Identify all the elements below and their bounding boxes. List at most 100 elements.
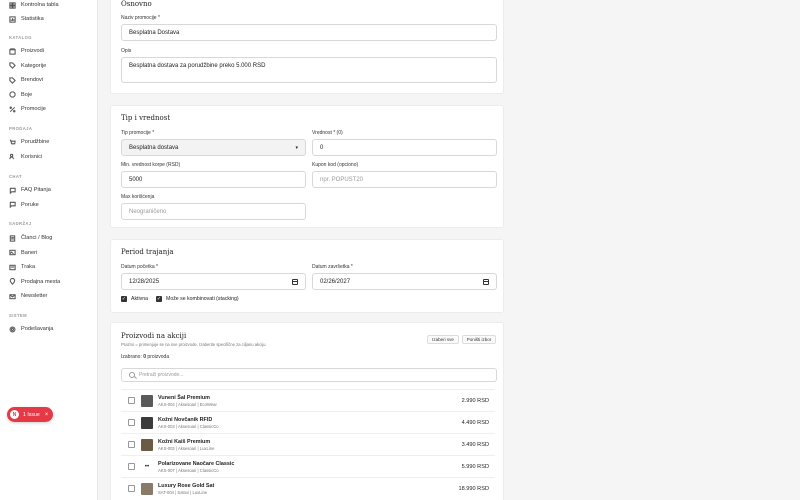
product-row[interactable]: Kožni Kaiš Premium AKS-002 | Aksesoari |… xyxy=(121,433,495,455)
sidebar-item-label: Podešavanja xyxy=(21,326,54,332)
product-row[interactable]: Kožni Novčanik RFID AKS-003 | Aksesoari … xyxy=(121,411,495,433)
sidebar-item-label: Newsletter xyxy=(21,293,48,300)
sidebar-item[interactable]: Brendovi xyxy=(9,75,43,85)
sidebar-item[interactable]: Prodajna mesta xyxy=(9,277,60,287)
end-date-value: 02/26/2027 xyxy=(320,278,351,285)
sidebar-item-label: Statistika xyxy=(21,16,44,22)
max-input[interactable]: Neograničeno xyxy=(121,203,306,220)
product-info: Polarizovane Naočare Classic AKS-007 | A… xyxy=(158,461,462,473)
sidebar-item-label: Porudžbine xyxy=(21,139,50,145)
sidebar-item-label: Prodajna mesta xyxy=(21,278,61,285)
sidebar-item-label: Korisnici xyxy=(21,153,43,160)
sidebar: Kontrolna tabla Statistika KATALOG Proizv… xyxy=(0,0,98,500)
selected-prefix: Izabrano: xyxy=(121,354,142,360)
product-checkbox[interactable] xyxy=(128,419,135,426)
issues-toast[interactable]: N 1 Issue × xyxy=(7,407,53,422)
sidebar-item[interactable]: Poruke xyxy=(9,200,39,210)
sidebar-item[interactable]: Boje xyxy=(9,90,32,100)
active-checkbox[interactable]: ✓ Aktivna xyxy=(121,296,148,302)
calendar-icon[interactable] xyxy=(292,278,298,285)
main-content: Osnovno Naziv promocije * Besplatna Dost… xyxy=(98,0,800,500)
type-value-title: Tip i vrednost xyxy=(121,114,171,122)
sidebar-item[interactable]: Traka xyxy=(9,262,35,272)
max-label: Max korišćenja xyxy=(121,194,155,200)
type-label: Tip promocije * xyxy=(121,130,155,136)
product-price: 5.990 RSD xyxy=(461,463,489,470)
product-price: 3.490 RSD xyxy=(461,441,489,448)
tag-icon xyxy=(9,62,16,69)
sidebar-item[interactable]: FAQ Pitanja xyxy=(9,185,51,195)
product-search-input[interactable]: Pretraži proizvode... xyxy=(121,368,497,382)
sidebar-item[interactable]: Članci / Blog xyxy=(9,233,52,243)
period-title: Period trajanja xyxy=(121,248,174,256)
product-info: Kožni Kaiš Premium AKS-002 | Aksesoari |… xyxy=(158,439,462,451)
sidebar-item-label: Poruke xyxy=(21,201,39,208)
help-icon xyxy=(9,187,16,194)
product-thumbnail xyxy=(141,394,153,407)
end-date-input[interactable]: 02/26/2027 xyxy=(312,273,497,290)
sidebar-item[interactable]: Promocije xyxy=(9,104,46,114)
sidebar-section-title: KATALOG xyxy=(9,35,32,40)
desc-textarea[interactable]: Besplatna dostava za porudžbine preko 5.… xyxy=(121,57,497,83)
select-all-button[interactable]: Izaberi sve xyxy=(427,335,459,344)
product-row[interactable]: Luxury Rose Gold Sat SAT-004 | Satovi | … xyxy=(121,477,495,499)
product-checkbox[interactable] xyxy=(128,397,135,404)
sidebar-item[interactable]: Proizvodi xyxy=(9,46,44,56)
sidebar-section-title: SADRŽAJ xyxy=(9,221,32,226)
products-card: Proizvodi na akciji Prazno = primenjuje … xyxy=(110,322,504,500)
product-name: Kožni Kaiš Premium xyxy=(158,438,211,445)
close-icon[interactable]: × xyxy=(45,412,49,418)
sidebar-item-label: FAQ Pitanja xyxy=(21,187,51,193)
product-checkbox[interactable] xyxy=(128,441,135,448)
palette-icon xyxy=(9,91,16,98)
sidebar-item[interactable]: Korisnici xyxy=(9,152,42,162)
product-info: Vuneni Šal Premium AKS-004 | Aksesoari |… xyxy=(158,395,462,407)
products-title: Proizvodi na akciji xyxy=(121,332,187,340)
name-input[interactable]: Besplatna Dostava xyxy=(121,24,497,41)
clear-selection-button[interactable]: Poništi izbor xyxy=(462,335,496,344)
value-input[interactable]: 0 xyxy=(312,139,497,156)
product-price: 2.990 RSD xyxy=(461,397,489,404)
sidebar-section-title: CHAT xyxy=(9,174,22,179)
cart-icon xyxy=(9,139,16,144)
sidebar-item[interactable]: Porudžbine xyxy=(9,137,49,147)
product-price: 18.990 RSD xyxy=(458,485,489,492)
name-label: Naziv promocije * xyxy=(121,15,160,21)
coupon-label: Kupon kod (opciono) xyxy=(312,162,359,168)
min-input[interactable]: 5000 xyxy=(121,171,306,188)
search-placeholder: Pretraži proizvode... xyxy=(139,372,184,378)
product-row[interactable]: •• Polarizovane Naočare Classic AKS-007 … xyxy=(121,455,495,477)
product-name: Luxury Rose Gold Sat xyxy=(158,482,215,489)
sidebar-item[interactable]: Kontrolna tabla xyxy=(9,0,59,10)
product-checkbox[interactable] xyxy=(128,485,135,492)
start-date-input[interactable]: 12/28/2025 xyxy=(121,273,306,290)
product-checkbox[interactable] xyxy=(128,463,135,470)
sidebar-item[interactable]: Baneri xyxy=(9,248,37,258)
calendar-icon[interactable] xyxy=(483,278,489,285)
mail-icon xyxy=(9,294,16,300)
message-icon xyxy=(9,201,16,209)
product-info: Luxury Rose Gold Sat SAT-004 | Satovi | … xyxy=(158,483,459,495)
start-label: Datum početka * xyxy=(121,264,158,270)
sidebar-item[interactable]: Kategorije xyxy=(9,61,46,71)
selected-suffix: proizvoda xyxy=(147,354,170,360)
start-date-value: 12/28/2025 xyxy=(129,278,160,285)
product-info: Kožni Novčanik RFID AKS-003 | Aksesoari … xyxy=(158,417,462,429)
sidebar-item-label: Članci / Blog xyxy=(21,235,53,241)
sidebar-item[interactable]: Statistika xyxy=(9,14,44,24)
stacking-checkbox[interactable]: ✓ Može se kombinovati (stacking) xyxy=(156,296,239,302)
product-meta: AKS-004 | Aksesoari | EcoWear xyxy=(158,401,217,407)
sidebar-item[interactable]: Newsletter xyxy=(9,291,47,301)
type-value-card: Tip i vrednost Tip promocije * Besplatna… xyxy=(110,105,504,228)
issues-label: 1 Issue xyxy=(23,411,40,418)
product-row[interactable]: Vuneni Šal Premium AKS-004 | Aksesoari |… xyxy=(121,389,495,411)
document-icon xyxy=(9,234,16,242)
stacking-label: Može se kombinovati (stacking) xyxy=(166,296,239,302)
coupon-input[interactable]: npr. POPUST20 xyxy=(312,171,497,188)
type-select[interactable]: Besplatna dostava ▾ xyxy=(121,139,306,156)
min-label: Min. vrednost korpe (RSD) xyxy=(121,162,181,168)
selected-count: 0 xyxy=(143,354,147,360)
sidebar-item[interactable]: Podešavanja xyxy=(9,324,53,334)
product-meta: AKS-007 | Aksesoari | ClassicCo xyxy=(158,467,219,473)
type-select-value: Besplatna dostava xyxy=(129,144,179,151)
